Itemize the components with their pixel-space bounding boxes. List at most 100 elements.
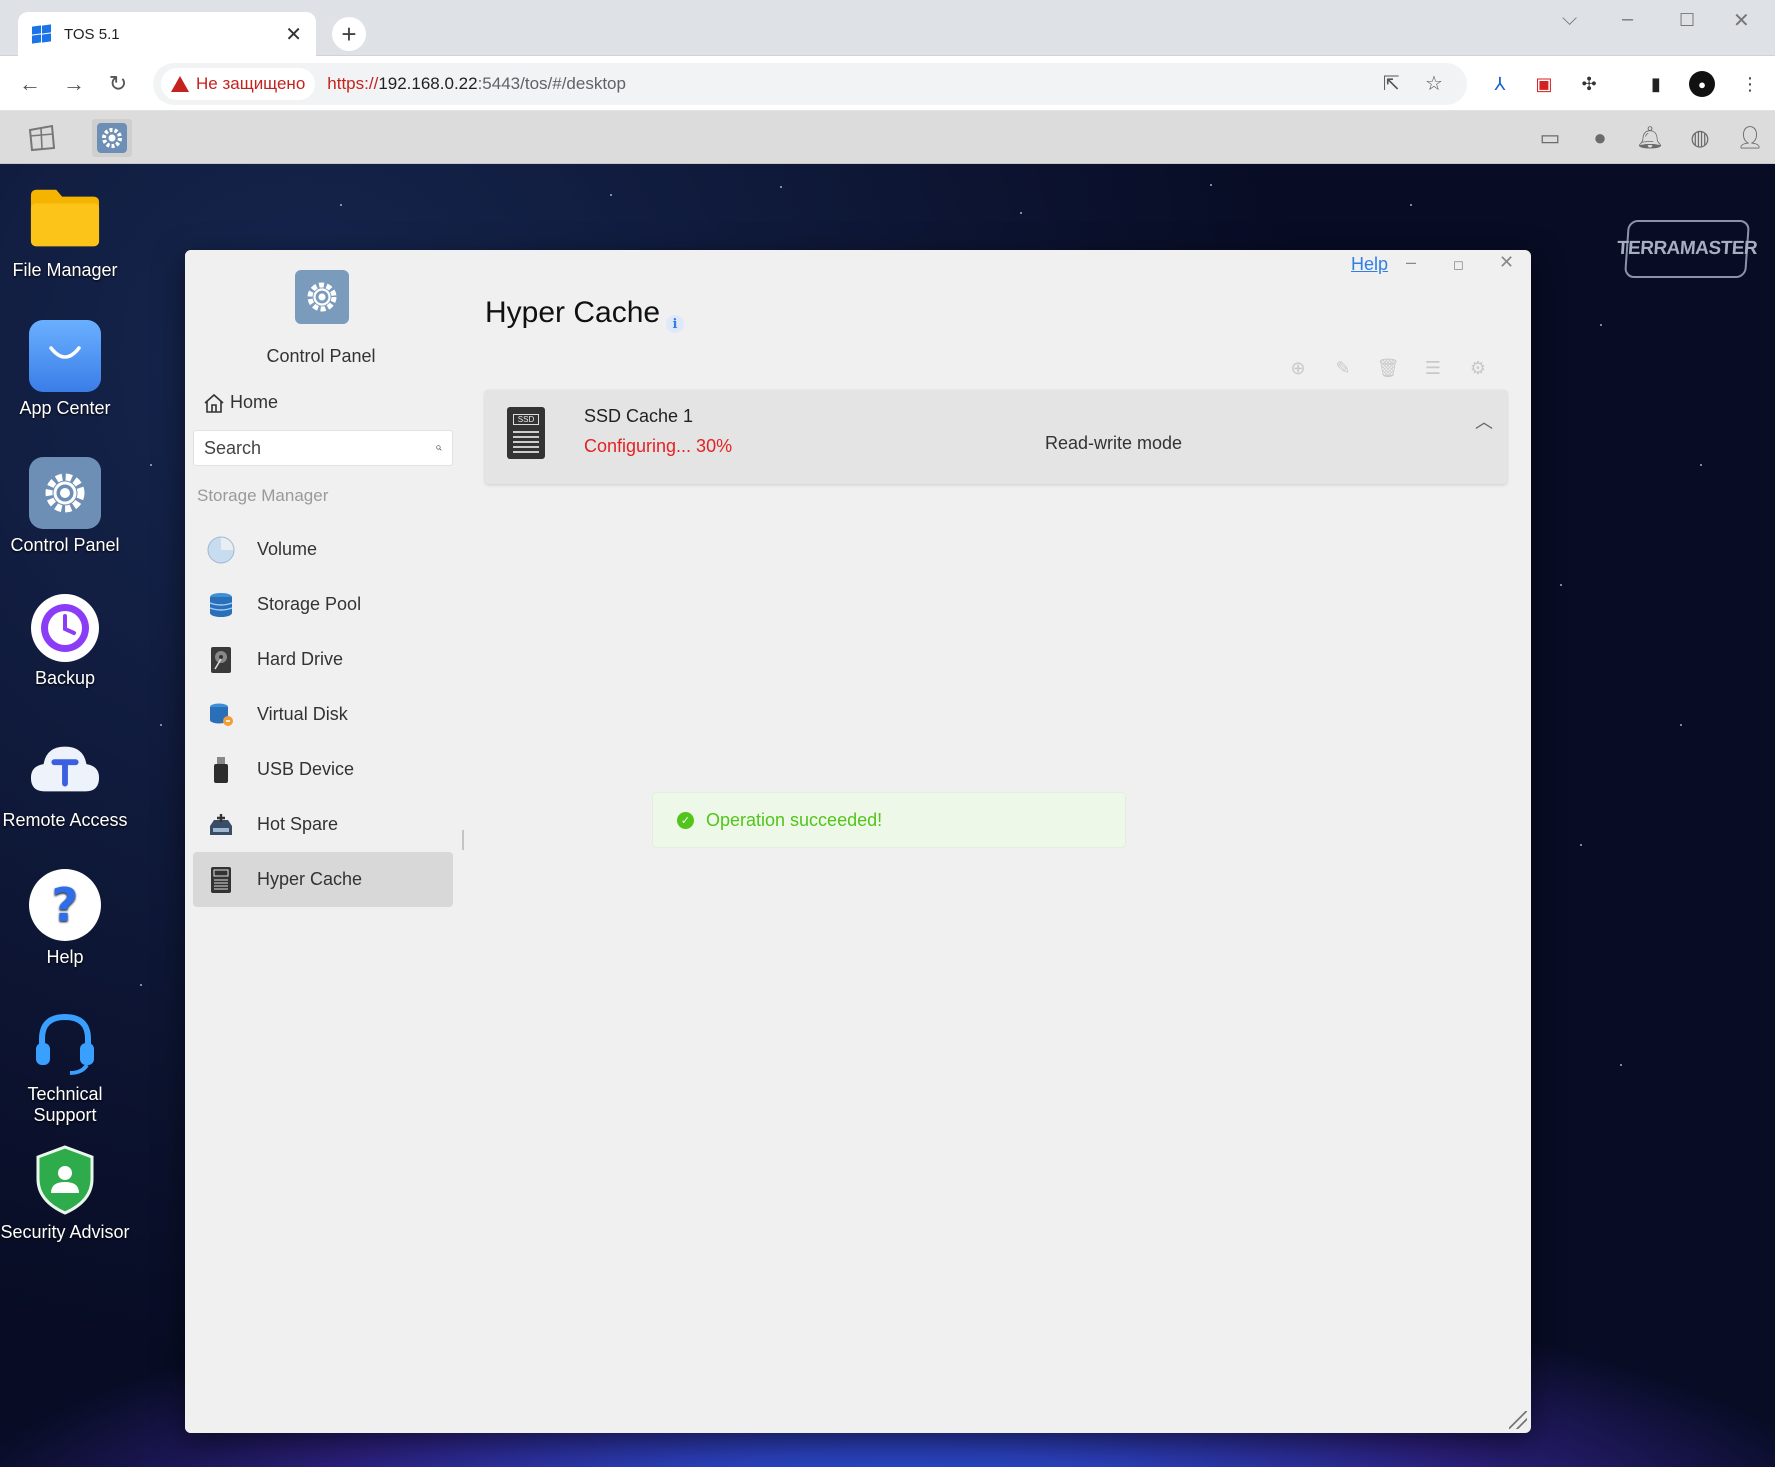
desktop-icon-label: Technical Support <box>27 1084 103 1125</box>
browser-menu-icon[interactable]: ⋮ <box>1737 71 1763 97</box>
browser-toolbar: ← → ↻ Не защищено https://192.168.0.22:5… <box>0 56 1775 111</box>
help-link[interactable]: Help <box>1351 254 1388 275</box>
desktop-icon-backup[interactable]: Backup <box>0 594 130 689</box>
resource-monitor-icon[interactable]: ▭ <box>1536 124 1564 152</box>
language-globe-icon[interactable]: ◍ <box>1686 124 1714 152</box>
app-title: Control Panel <box>266 346 376 366</box>
home-label: Home <box>230 392 279 412</box>
window-maximize-button[interactable]: ◻ <box>1453 257 1464 273</box>
desktop-icon-help[interactable]: ? Help <box>0 869 130 968</box>
nav-item-storage-pool[interactable]: Storage Pool <box>193 577 453 632</box>
tab-close-icon[interactable]: ✕ <box>285 22 302 47</box>
back-arrow-icon[interactable]: ← <box>12 66 48 102</box>
virtual-disk-icon <box>207 701 235 729</box>
info-icon[interactable]: i <box>666 315 684 333</box>
success-check-icon: ✓ <box>677 811 694 829</box>
ssd-icon <box>207 866 235 894</box>
nav-item-usb-device[interactable]: USB Device <box>193 742 453 797</box>
nav-item-virtual-disk[interactable]: Virtual Disk <box>193 687 453 742</box>
sidebar: Control Panel Home Storage Manager Volum… <box>185 250 457 1433</box>
sidebar-resize-handle[interactable] <box>462 830 464 850</box>
share-icon[interactable]: ⇱ <box>1383 71 1400 96</box>
messages-icon[interactable]: ● <box>1586 124 1614 152</box>
volume-pie-icon <box>207 536 235 564</box>
profile-avatar[interactable]: ● <box>1689 71 1715 97</box>
home-link[interactable]: Home <box>203 392 278 413</box>
notifications-bell-icon[interactable]: 🔔︎ <box>1636 124 1664 152</box>
shopping-bag-icon <box>29 320 101 392</box>
desktop-icon-label: Security Advisor <box>0 1222 130 1242</box>
desktop-icon-label: Backup <box>34 668 96 688</box>
cache-status: Configuring... 30% <box>584 436 733 456</box>
headset-icon <box>29 1006 101 1078</box>
desktop-icon-label: Control Panel <box>10 535 120 555</box>
search-icon[interactable] <box>436 438 442 458</box>
close-window-button[interactable]: ✕ <box>1733 8 1750 33</box>
nav-item-label: Volume <box>257 539 318 559</box>
cache-card[interactable]: SSD SSD Cache 1 Configuring... 30% Read-… <box>485 390 1507 484</box>
cache-mode: Read-write mode <box>1045 433 1183 453</box>
desktop-icon-file-manager[interactable]: File Manager <box>0 182 130 281</box>
show-desktop-icon[interactable] <box>22 119 62 157</box>
desktop-icon-remote-access[interactable]: Remote Access <box>0 732 130 831</box>
video-extension-icon[interactable]: ▣ <box>1531 71 1557 97</box>
nav-item-hyper-cache[interactable]: Hyper Cache <box>193 852 453 907</box>
storage-pool-icon <box>207 591 235 619</box>
edit-icon[interactable]: ✎ <box>1332 357 1354 379</box>
ssd-drive-icon: SSD <box>507 407 545 459</box>
extensions-puzzle-icon[interactable]: ✣ <box>1576 71 1602 97</box>
home-icon <box>204 393 224 413</box>
nav-item-hot-spare[interactable]: Hot Spare <box>193 797 453 852</box>
windows-logo-icon <box>32 24 52 44</box>
folder-icon <box>29 182 101 254</box>
tab-search-chevron-icon[interactable]: ⌵ <box>1562 8 1577 31</box>
nav-item-hard-drive[interactable]: Hard Drive <box>193 632 453 687</box>
hot-spare-icon <box>207 811 235 839</box>
browser-tab[interactable]: TOS 5.1 ✕ <box>18 12 316 56</box>
security-shield-icon <box>29 1144 101 1216</box>
address-bar[interactable]: Не защищено https://192.168.0.22:5443/to… <box>153 63 1467 105</box>
search-box[interactable] <box>193 430 453 466</box>
nav-list: Volume Storage Pool Hard Drive Virtual D… <box>193 522 453 907</box>
add-cache-icon[interactable]: ⊕ <box>1287 357 1309 379</box>
window-minimize-button[interactable]: – <box>1406 252 1416 273</box>
settings-gear-icon[interactable]: ⚙ <box>1467 357 1489 379</box>
desktop-icon-label: Remote Access <box>2 810 128 830</box>
security-indicator[interactable]: Не защищено <box>161 68 316 100</box>
new-tab-button[interactable]: + <box>332 17 366 51</box>
tos-taskbar: ▭ ● 🔔︎ ◍ 👤︎ <box>0 111 1775 164</box>
url-text[interactable]: https://192.168.0.22:5443/tos/#/desktop <box>327 74 626 94</box>
toast-message: Operation succeeded! <box>706 809 883 830</box>
desktop-icon-app-center[interactable]: App Center <box>0 320 130 419</box>
nav-item-label: Storage Pool <box>257 594 362 614</box>
maximize-window-button[interactable]: ☐ <box>1679 10 1695 31</box>
cache-list-icon[interactable]: ☰ <box>1422 357 1444 379</box>
control-panel-gear-icon <box>295 270 349 324</box>
forward-arrow-icon[interactable]: → <box>56 66 92 102</box>
terramaster-logo: TERRAMASTER <box>1616 220 1758 278</box>
minimize-window-button[interactable]: – <box>1622 8 1633 31</box>
acrobat-extension-icon[interactable]: ⅄ <box>1487 71 1513 97</box>
side-panel-icon[interactable]: ▮ <box>1643 71 1669 97</box>
delete-trash-icon[interactable]: 🗑︎ <box>1377 357 1400 379</box>
page-title: Hyper Cache <box>485 296 661 329</box>
nav-item-label: Virtual Disk <box>257 704 348 724</box>
window-resize-grip[interactable] <box>1509 1411 1527 1429</box>
nav-item-volume[interactable]: Volume <box>193 522 453 577</box>
desktop-icon-security-advisor[interactable]: Security Advisor <box>0 1144 130 1243</box>
bookmark-star-icon[interactable]: ☆ <box>1425 71 1443 96</box>
reload-icon[interactable]: ↻ <box>100 66 136 102</box>
collapse-chevron-icon[interactable]: ︿ <box>1475 408 1493 434</box>
user-account-icon[interactable]: 👤︎ <box>1736 124 1764 152</box>
window-close-button[interactable]: ✕ <box>1499 252 1514 273</box>
cache-name: SSD Cache 1 <box>584 406 694 426</box>
nav-item-label: USB Device <box>257 759 355 779</box>
desktop-icon-control-panel[interactable]: Control Panel <box>0 457 130 556</box>
gear-icon <box>29 457 101 529</box>
success-toast: ✓ Operation succeeded! <box>652 792 1126 848</box>
search-input[interactable] <box>204 437 436 459</box>
nav-item-label: Hot Spare <box>257 814 339 834</box>
control-panel-taskbar-icon[interactable] <box>92 119 132 157</box>
browser-tab-strip: TOS 5.1 ✕ + ⌵ – ☐ ✕ <box>0 0 1775 56</box>
desktop-icon-technical-support[interactable]: Technical Support <box>0 1006 130 1126</box>
